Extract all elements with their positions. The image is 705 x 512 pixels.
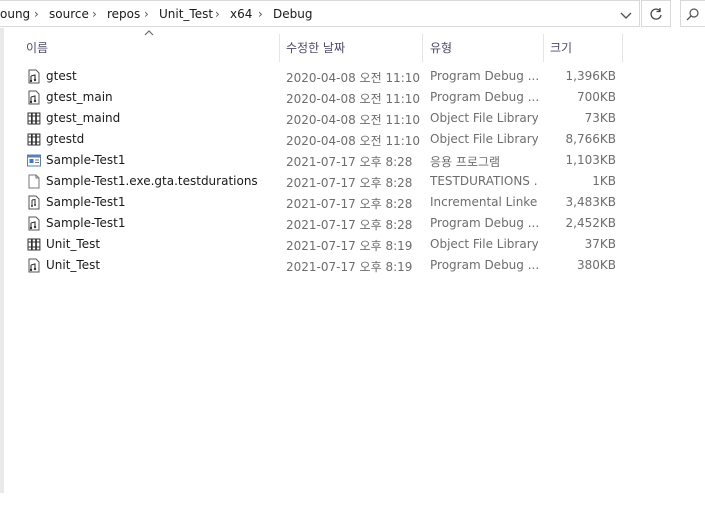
breadcrumb-item-unit-test[interactable]: Unit_Test xyxy=(159,7,213,21)
file-size: 700KB xyxy=(576,90,616,104)
breadcrumb-item-source[interactable]: source xyxy=(49,7,89,21)
file-type: 응용 프로그램 xyxy=(430,155,501,169)
column-header-date[interactable]: 수정한 날짜 xyxy=(286,34,421,62)
file-name: gtest xyxy=(46,69,77,83)
file-type: Incremental Linke... xyxy=(430,195,538,209)
library-file-icon xyxy=(27,112,41,125)
file-name: Unit_Test xyxy=(46,237,101,251)
chevron-down-icon xyxy=(620,12,632,19)
file-size: 8,766KB xyxy=(565,132,616,146)
file-type: Program Debug ... xyxy=(430,69,538,83)
file-row[interactable]: gtest_main 2020-04-08 오전 11:10 Program D… xyxy=(0,87,630,108)
file-date: 2020-04-08 오전 11:10 xyxy=(286,92,421,106)
file-name: gtest_maind xyxy=(46,111,121,125)
file-size: 1KB xyxy=(592,174,616,188)
breadcrumb-separator: › xyxy=(144,7,149,21)
file-type: Object File Library xyxy=(430,111,538,125)
file-date: 2021-07-17 오후 8:28 xyxy=(286,155,413,169)
file-name: Unit_Test xyxy=(46,258,101,272)
breadcrumb-separator: › xyxy=(92,7,97,21)
file-name: Sample-Test1 xyxy=(46,195,126,209)
file-date: 2021-07-17 오후 8:28 xyxy=(286,197,413,211)
file-name: gtestd xyxy=(46,132,85,146)
file-type: Program Debug ... xyxy=(430,216,538,230)
address-bar-row: oung › source › repos › Unit_Test › x64 … xyxy=(0,0,705,28)
file-row[interactable]: gtestd 2020-04-08 오전 11:10 Object File L… xyxy=(0,129,630,150)
pdb-file-icon xyxy=(28,69,40,84)
breadcrumb-item-repos[interactable]: repos xyxy=(107,7,140,21)
file-size: 37KB xyxy=(584,237,616,251)
file-size: 380KB xyxy=(576,258,616,272)
column-divider[interactable] xyxy=(422,34,423,62)
file-date: 2020-04-08 오전 11:10 xyxy=(286,134,421,148)
file-row[interactable]: Sample-Test1 2021-07-17 오후 8:28 Incremen… xyxy=(0,192,630,213)
file-name: Sample-Test1 xyxy=(46,216,126,230)
file-name: Sample-Test1 xyxy=(46,153,126,167)
address-bar[interactable]: oung › source › repos › Unit_Test › x64 … xyxy=(0,0,640,27)
ilk-file-icon xyxy=(28,195,40,210)
file-row[interactable]: Unit_Test 2021-07-17 오후 8:19 Program Deb… xyxy=(0,255,630,276)
search-box[interactable] xyxy=(680,0,705,27)
file-size: 2,452KB xyxy=(565,216,616,230)
file-size: 1,396KB xyxy=(565,69,616,83)
file-row[interactable]: Sample-Test1 2021-07-17 오후 8:28 응용 프로그램 … xyxy=(0,150,630,171)
column-header-size[interactable]: 크기 xyxy=(550,34,620,62)
refresh-button[interactable] xyxy=(641,0,671,27)
column-divider[interactable] xyxy=(543,34,544,62)
file-type: Object File Library xyxy=(430,132,538,146)
breadcrumb-item-debug[interactable]: Debug xyxy=(273,7,312,21)
pdb-file-icon xyxy=(28,216,40,231)
pdb-file-icon xyxy=(28,258,40,273)
file-date: 2021-07-17 오후 8:28 xyxy=(286,218,413,232)
file-date: 2020-04-08 오전 11:10 xyxy=(286,113,421,127)
file-size: 3,483KB xyxy=(565,195,616,209)
file-row[interactable]: Sample-Test1 2021-07-17 오후 8:28 Program … xyxy=(0,213,630,234)
breadcrumb-separator: › xyxy=(215,7,220,21)
file-date: 2021-07-17 오후 8:28 xyxy=(286,176,413,190)
pdb-file-icon xyxy=(28,90,40,105)
file-name: Sample-Test1.exe.gta.testdurations xyxy=(46,174,258,188)
library-file-icon xyxy=(27,238,41,251)
search-icon xyxy=(686,8,699,21)
file-type: Program Debug ... xyxy=(430,90,538,104)
breadcrumb-separator: › xyxy=(34,7,39,21)
file-row[interactable]: gtest 2020-04-08 오전 11:10 Program Debug … xyxy=(0,66,630,87)
file-size: 73KB xyxy=(584,111,616,125)
breadcrumb-item-user[interactable]: oung xyxy=(0,7,30,21)
address-history-button[interactable] xyxy=(617,6,635,24)
column-divider[interactable] xyxy=(622,34,623,62)
file-type: Program Debug ... xyxy=(430,258,538,272)
blank-file-icon xyxy=(28,174,40,189)
file-date: 2020-04-08 오전 11:10 xyxy=(286,71,421,85)
breadcrumb-separator: › xyxy=(258,7,263,21)
refresh-icon xyxy=(650,8,662,20)
file-type: TESTDURATIONS ... xyxy=(430,174,538,188)
column-header-type[interactable]: 유형 xyxy=(430,34,538,62)
breadcrumb-item-x64[interactable]: x64 xyxy=(230,7,252,21)
file-date: 2021-07-17 오후 8:19 xyxy=(286,260,413,274)
library-file-icon xyxy=(27,133,41,146)
column-divider[interactable] xyxy=(279,34,280,62)
file-size: 1,103KB xyxy=(565,153,616,167)
file-row[interactable]: Sample-Test1.exe.gta.testdurations 2021-… xyxy=(0,171,630,192)
file-row[interactable]: Unit_Test 2021-07-17 오후 8:19 Object File… xyxy=(0,234,630,255)
file-type: Object File Library xyxy=(430,237,538,251)
file-name: gtest_main xyxy=(46,90,113,104)
file-row[interactable]: gtest_maind 2020-04-08 오전 11:10 Object F… xyxy=(0,108,630,129)
application-icon xyxy=(27,154,41,167)
column-header-name[interactable]: 이름 xyxy=(26,34,278,62)
file-date: 2021-07-17 오후 8:19 xyxy=(286,239,413,253)
column-header-row: 이름 수정한 날짜 유형 크기 xyxy=(0,30,630,62)
